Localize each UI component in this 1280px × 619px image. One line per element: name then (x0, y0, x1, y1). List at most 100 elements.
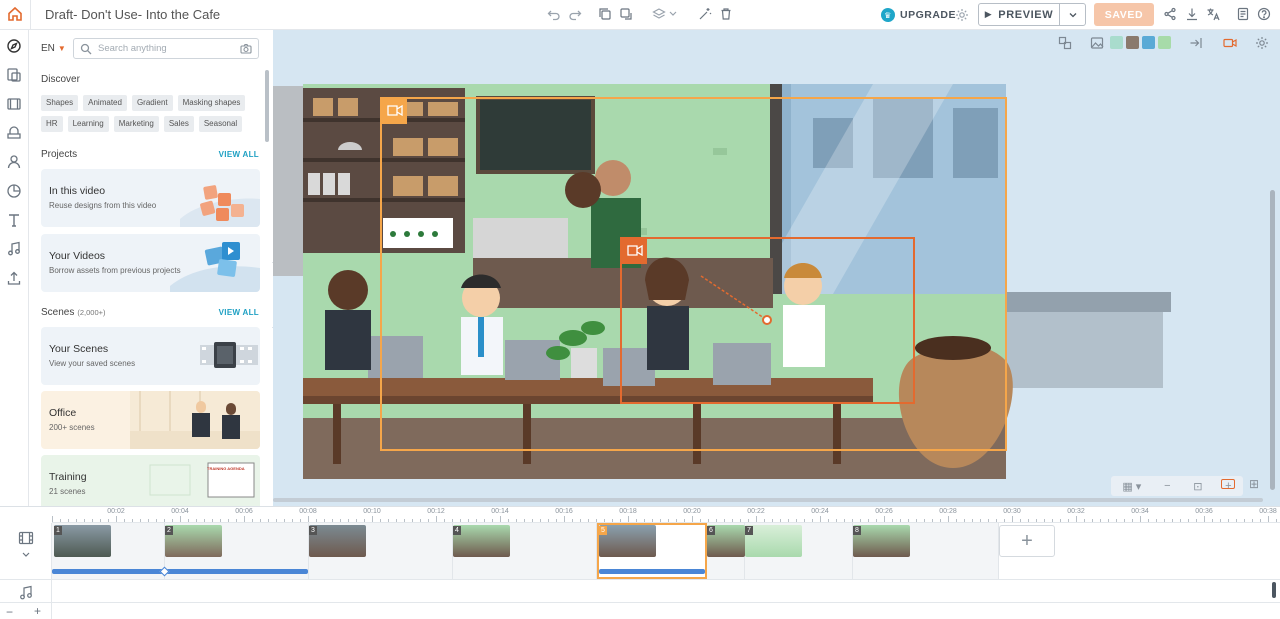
scene-card-office[interactable]: Office 200+ scenes (41, 391, 260, 449)
tag-shapes[interactable]: Shapes (41, 95, 79, 111)
tag-gradient[interactable]: Gradient (131, 95, 173, 111)
ruler-tick (988, 519, 989, 522)
scene-number: 5 (599, 526, 607, 535)
preview-main[interactable]: ▶ PREVIEW (979, 9, 1059, 21)
tag-sales[interactable]: Sales (163, 116, 194, 132)
ruler-tick (1004, 519, 1005, 522)
color-swatch-3[interactable] (1142, 36, 1155, 49)
paste-icon[interactable] (619, 7, 633, 21)
ruler-tick (1020, 519, 1021, 522)
image-icon[interactable] (1090, 36, 1104, 50)
enter-icon[interactable] (1189, 36, 1203, 50)
tick-label: 00:30 (1003, 508, 1021, 515)
zoom-out-button[interactable]: − (1164, 480, 1170, 492)
layers-icon[interactable] (652, 7, 666, 21)
help-icon[interactable] (1257, 7, 1271, 21)
redo-icon[interactable] (568, 7, 582, 21)
timeline-scrollbar[interactable] (1272, 582, 1276, 598)
scene-card-training[interactable]: Training 21 scenes TRAINING AGENDA (41, 455, 260, 506)
timeline-zoom-in-button[interactable]: + (34, 604, 41, 618)
preview-options-dropdown[interactable] (1059, 4, 1085, 25)
scene-thumbnail[interactable] (853, 525, 910, 557)
undo-icon[interactable] (547, 7, 561, 21)
scenes-view-all-link[interactable]: VIEW ALL (219, 308, 259, 317)
project-card-in-this-video[interactable]: In this video Reuse designs from this vi… (41, 169, 260, 227)
music-track[interactable] (0, 579, 1280, 603)
tag-seasonal[interactable]: Seasonal (198, 116, 243, 132)
projects-view-all-link[interactable]: VIEW ALL (219, 150, 259, 159)
color-swatch-4[interactable] (1158, 36, 1171, 49)
timeline-zoom-out-button[interactable]: − (6, 605, 13, 619)
magic-wand-icon[interactable] (698, 7, 712, 21)
tag-masking-shapes[interactable]: Masking shapes (177, 95, 246, 111)
text-icon[interactable] (6, 212, 22, 228)
download-icon[interactable] (1185, 7, 1199, 21)
safe-area-icon[interactable] (1221, 479, 1235, 489)
ruler-tick (668, 519, 669, 522)
scene-thumbnail[interactable] (309, 525, 366, 557)
camera-icon[interactable] (1223, 36, 1237, 50)
tag-marketing[interactable]: Marketing (113, 116, 159, 132)
tag-hr[interactable]: HR (41, 116, 63, 132)
upgrade-button[interactable]: ♛ UPGRADE (881, 6, 956, 24)
scene-thumbnail[interactable] (165, 525, 222, 557)
scenes-icon[interactable] (6, 96, 22, 112)
scene-card-your-scenes[interactable]: Your Scenes View your saved scenes (41, 327, 260, 385)
scene-5-transition-bar[interactable] (599, 569, 705, 574)
scene-canvas[interactable] (273, 58, 1280, 498)
preview-button[interactable]: ▶ PREVIEW (978, 3, 1086, 26)
swap-icon[interactable] (1058, 36, 1072, 50)
characters-icon[interactable] (6, 154, 22, 170)
card-title: In this video (49, 185, 106, 197)
settings-icon[interactable] (955, 8, 969, 22)
share-icon[interactable] (1163, 7, 1177, 21)
home-icon[interactable] (7, 6, 23, 22)
language-selector[interactable]: EN ▼ (41, 43, 66, 54)
charts-icon[interactable] (6, 183, 22, 199)
saved-button[interactable]: SAVED (1094, 3, 1154, 26)
scene-thumbnail[interactable] (599, 525, 656, 557)
settings-icon[interactable] (1255, 36, 1269, 50)
search-input[interactable]: Search anything (73, 38, 259, 59)
templates-icon[interactable] (6, 67, 22, 83)
music-icon[interactable] (6, 241, 22, 257)
grid-icon[interactable]: ▦ ▾ (1122, 480, 1141, 493)
tick-label: 00:04 (171, 508, 189, 515)
scene-thumbnail[interactable] (453, 525, 510, 557)
translate-icon[interactable] (1206, 7, 1220, 21)
scenes-track-icon[interactable] (18, 531, 34, 545)
ruler-tick (516, 519, 517, 522)
ruler-tick (604, 519, 605, 522)
scene-1-transition-bar[interactable] (52, 569, 308, 574)
scene-thumbnail[interactable] (54, 525, 111, 557)
tag-learning[interactable]: Learning (67, 116, 109, 132)
notes-icon[interactable] (1236, 7, 1250, 21)
discover-icon[interactable] (6, 38, 22, 54)
camera-icon[interactable] (240, 43, 252, 55)
tag-animated[interactable]: Animated (83, 95, 127, 111)
training-illustration (130, 455, 260, 506)
trash-icon[interactable] (719, 7, 733, 21)
document-title[interactable]: Draft- Don't Use- Into the Cafe (45, 7, 220, 22)
ruler-tick (812, 519, 813, 522)
upload-icon[interactable] (6, 270, 22, 286)
panel-scrollbar[interactable] (265, 70, 269, 142)
stage-vertical-scrollbar[interactable] (1270, 190, 1275, 490)
ruler-tick (780, 519, 781, 522)
color-swatch-2[interactable] (1126, 36, 1139, 49)
time-ruler[interactable]: 00:02 00:04 00:06 00:08 00:10 00:12 00:14 00:16… (52, 507, 1280, 523)
add-scene-button[interactable]: + (999, 525, 1055, 557)
ruler-tick (212, 519, 213, 522)
scene-thumbnail[interactable] (745, 525, 802, 557)
chevron-down-icon[interactable] (668, 7, 678, 21)
stage-toolbar (273, 30, 1280, 58)
search-icon (80, 43, 92, 54)
fit-icon[interactable]: ⊡ (1193, 480, 1202, 493)
color-swatch-1[interactable] (1110, 36, 1123, 49)
duplicate-icon[interactable] (598, 7, 612, 21)
project-card-your-videos[interactable]: Your Videos Borrow assets from previous … (41, 234, 260, 292)
stage-horizontal-scrollbar[interactable] (273, 498, 1263, 502)
layout-icon[interactable]: ⊞ (1249, 477, 1263, 491)
chevron-down-icon[interactable] (21, 551, 31, 559)
props-icon[interactable] (6, 125, 22, 141)
